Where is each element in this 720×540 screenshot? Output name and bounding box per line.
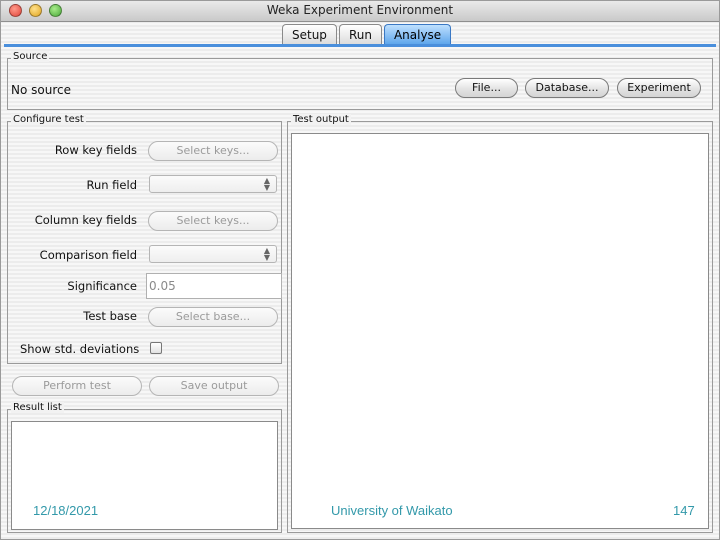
tab-setup[interactable]: Setup — [282, 24, 337, 44]
source-panel: Source No source File... Database... Exp… — [7, 51, 713, 110]
show-std-deviations-label: Show std. deviations — [20, 342, 140, 356]
tab-underline — [4, 44, 716, 47]
footer-organization: University of Waikato — [331, 503, 453, 518]
test-output-area[interactable] — [291, 133, 709, 529]
run-field-label: Run field — [86, 178, 137, 192]
test-base-select-button[interactable]: Select base... — [148, 307, 278, 327]
row-key-select-button[interactable]: Select keys... — [148, 141, 278, 161]
source-legend: Source — [11, 51, 50, 62]
save-output-button[interactable]: Save output — [149, 376, 279, 396]
source-status: No source — [11, 83, 71, 97]
row-key-fields-label: Row key fields — [54, 143, 137, 157]
configure-legend: Configure test — [11, 114, 86, 125]
tab-analyse[interactable]: Analyse — [383, 24, 452, 44]
significance-field[interactable]: 0.05 — [146, 273, 282, 299]
test-output-legend: Test output — [291, 114, 351, 125]
file-button[interactable]: File... — [455, 78, 518, 98]
test-output-panel: Test output — [287, 114, 713, 533]
database-button[interactable]: Database... — [525, 78, 609, 98]
test-base-label: Test base — [83, 309, 137, 323]
footer-date: 12/18/2021 — [33, 503, 99, 518]
show-std-deviations-checkbox[interactable] — [150, 342, 162, 354]
perform-test-button[interactable]: Perform test — [12, 376, 142, 396]
tab-run[interactable]: Run — [338, 24, 382, 44]
footer-page-number: 147 — [673, 503, 695, 518]
app-window: Weka Experiment Environment Setup Run An… — [0, 0, 720, 540]
comparison-field-label: Comparison field — [39, 248, 137, 262]
title-bar[interactable]: Weka Experiment Environment — [1, 1, 719, 22]
tab-bar: Setup Run Analyse — [282, 24, 453, 44]
result-list-legend: Result list — [11, 402, 64, 413]
window-title: Weka Experiment Environment — [266, 3, 454, 17]
column-key-select-button[interactable]: Select keys... — [148, 211, 278, 231]
significance-label: Significance — [67, 279, 137, 293]
configure-test-panel: Configure test Row key fields Select key… — [7, 114, 282, 364]
stepper-arrows-icon: ▲ ▼ — [263, 176, 270, 192]
column-key-fields-label: Column key fields — [34, 213, 137, 227]
comparison-field-select[interactable]: ▲ ▼ — [149, 245, 277, 263]
stepper-arrows-icon: ▲ ▼ — [263, 246, 270, 262]
experiment-button[interactable]: Experiment — [617, 78, 701, 98]
run-field-select[interactable]: ▲ ▼ — [149, 175, 277, 193]
